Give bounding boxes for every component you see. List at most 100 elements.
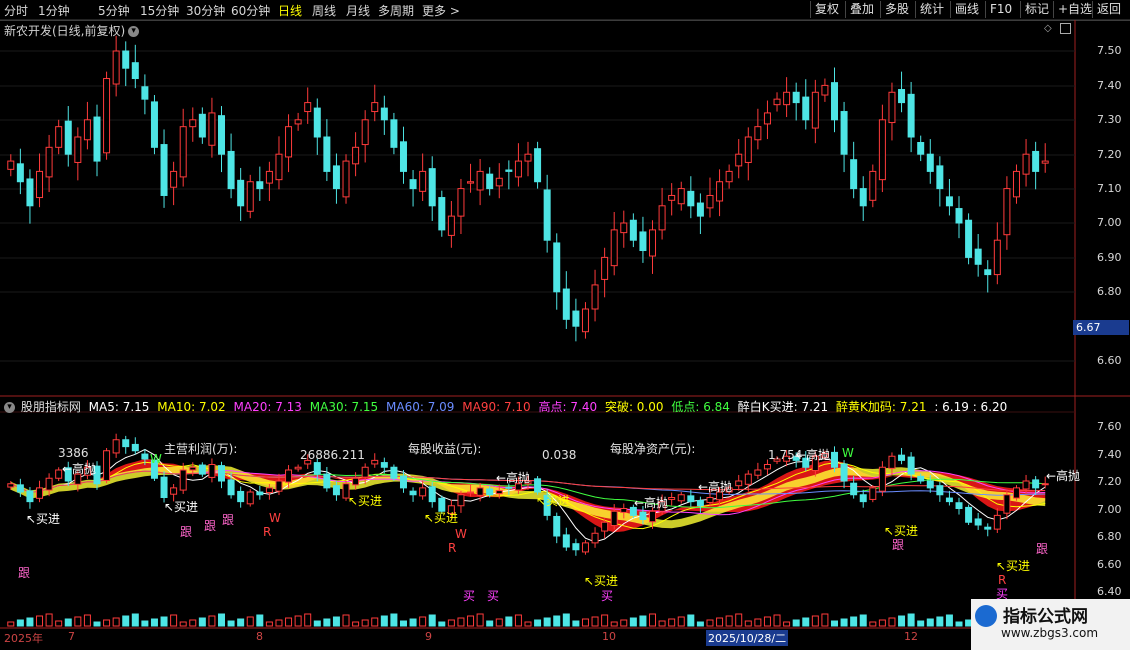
indicator-legend: ▾ 股朋指标网 MA5: 7.15 MA10: 7.02 MA20: 7.13 … — [4, 398, 1011, 415]
candle-body — [878, 119, 886, 181]
volume-bar — [179, 621, 187, 627]
candle-body — [131, 443, 139, 452]
candle-body — [763, 112, 771, 125]
volume-bar — [265, 621, 273, 627]
candle-body — [486, 488, 494, 496]
candle-body — [399, 141, 407, 172]
r-signal: R — [448, 541, 457, 555]
y-tick: 6.90 — [1097, 251, 1122, 264]
candle-body — [227, 150, 235, 190]
ma10-value: MA10: 7.02 — [157, 400, 226, 414]
volume-bar — [342, 614, 350, 627]
volume-bar — [198, 617, 206, 627]
watermark-url: www.zbgs3.com — [1001, 626, 1099, 640]
candle-body — [735, 153, 743, 167]
gen-signal: 跟 — [204, 519, 217, 533]
candle-body — [783, 91, 791, 106]
candle-body — [859, 494, 867, 503]
eps-value: 0.038 — [542, 448, 577, 462]
candle-body — [428, 486, 436, 503]
candle-body — [447, 215, 455, 236]
y-tick: 7.00 — [1097, 503, 1122, 516]
indicator-name[interactable]: 股朋指标网 — [21, 400, 81, 414]
gen-signal: 跟 — [892, 538, 905, 552]
r-signal: R — [998, 573, 1007, 587]
candle-body — [208, 464, 216, 478]
volume-bar — [380, 615, 388, 627]
candle-body — [265, 170, 273, 184]
candle-body — [984, 269, 992, 276]
site-watermark: 指标公式网 www.zbgs3.com — [971, 599, 1130, 650]
volume-bar — [74, 616, 82, 627]
volume-bar — [447, 619, 455, 627]
candle-body — [256, 491, 264, 496]
candle-body — [122, 439, 130, 448]
volume-bar — [725, 615, 733, 627]
candle-body — [696, 500, 704, 507]
gaopao-signal: ←高抛 — [496, 471, 531, 485]
candle-body — [361, 119, 369, 146]
candle-body — [706, 497, 714, 503]
y-tick: 7.30 — [1097, 113, 1122, 126]
volume-bar — [505, 616, 513, 627]
candle-body — [505, 169, 513, 172]
volume-bar — [285, 617, 293, 627]
volume-bar — [486, 620, 494, 627]
candle-body — [495, 177, 503, 187]
volume-bar — [160, 616, 168, 627]
volume-bar — [208, 615, 216, 627]
candle-body — [639, 231, 647, 252]
volume-bar — [227, 620, 235, 627]
y-tick: 6.40 — [1097, 585, 1122, 598]
candle-body — [476, 170, 484, 191]
ma30-value: MA30: 7.15 — [309, 400, 379, 414]
candle-body — [888, 455, 896, 469]
volume-bar — [45, 613, 53, 627]
chevron-down-icon[interactable]: ▾ — [4, 402, 15, 413]
candle-body — [562, 288, 570, 320]
volume-bar — [514, 614, 522, 627]
kline-chart[interactable] — [0, 0, 1130, 650]
candle-body — [150, 101, 158, 148]
candle-body — [428, 168, 436, 207]
volume-bar — [323, 618, 331, 627]
candle-body — [380, 462, 388, 468]
x-tick: 10 — [602, 630, 616, 643]
candle-body — [668, 194, 676, 201]
volume-bar — [936, 616, 944, 627]
candle-body — [275, 480, 283, 492]
volume-bar — [783, 621, 791, 627]
candle-body — [198, 464, 206, 475]
y-tick: 7.40 — [1097, 79, 1122, 92]
candle-body — [869, 487, 877, 500]
candle-body — [198, 113, 206, 138]
candle-body — [706, 194, 714, 209]
zuihuang-value: 醉黄K加码: 7.21 — [836, 400, 927, 414]
candle-body — [74, 136, 82, 163]
candle-body — [361, 466, 369, 478]
candle-body — [878, 466, 886, 492]
candle-body — [1003, 494, 1011, 514]
candle-body — [926, 153, 934, 172]
x-tick: 2025年 — [4, 632, 43, 645]
candle-body — [227, 479, 235, 496]
candle-body — [218, 465, 226, 482]
volume-bar — [131, 613, 139, 627]
volume-bar — [639, 615, 647, 627]
value-3386: 3386 — [58, 446, 89, 460]
candle-body — [869, 170, 877, 201]
candle-body — [926, 480, 934, 489]
candle-body — [112, 439, 120, 454]
volume-bar — [917, 620, 925, 627]
candle-body — [1041, 160, 1049, 164]
candle-body — [16, 163, 24, 183]
candle-body — [658, 205, 666, 231]
candle-body — [830, 82, 838, 121]
candle-body — [103, 450, 111, 481]
gaopao-signal: ←高抛 — [698, 480, 733, 494]
volume-bar — [572, 620, 580, 627]
volume-bar — [122, 615, 130, 627]
candle-body — [850, 482, 858, 496]
volume-bar — [467, 615, 475, 627]
volume-bar — [888, 617, 896, 627]
